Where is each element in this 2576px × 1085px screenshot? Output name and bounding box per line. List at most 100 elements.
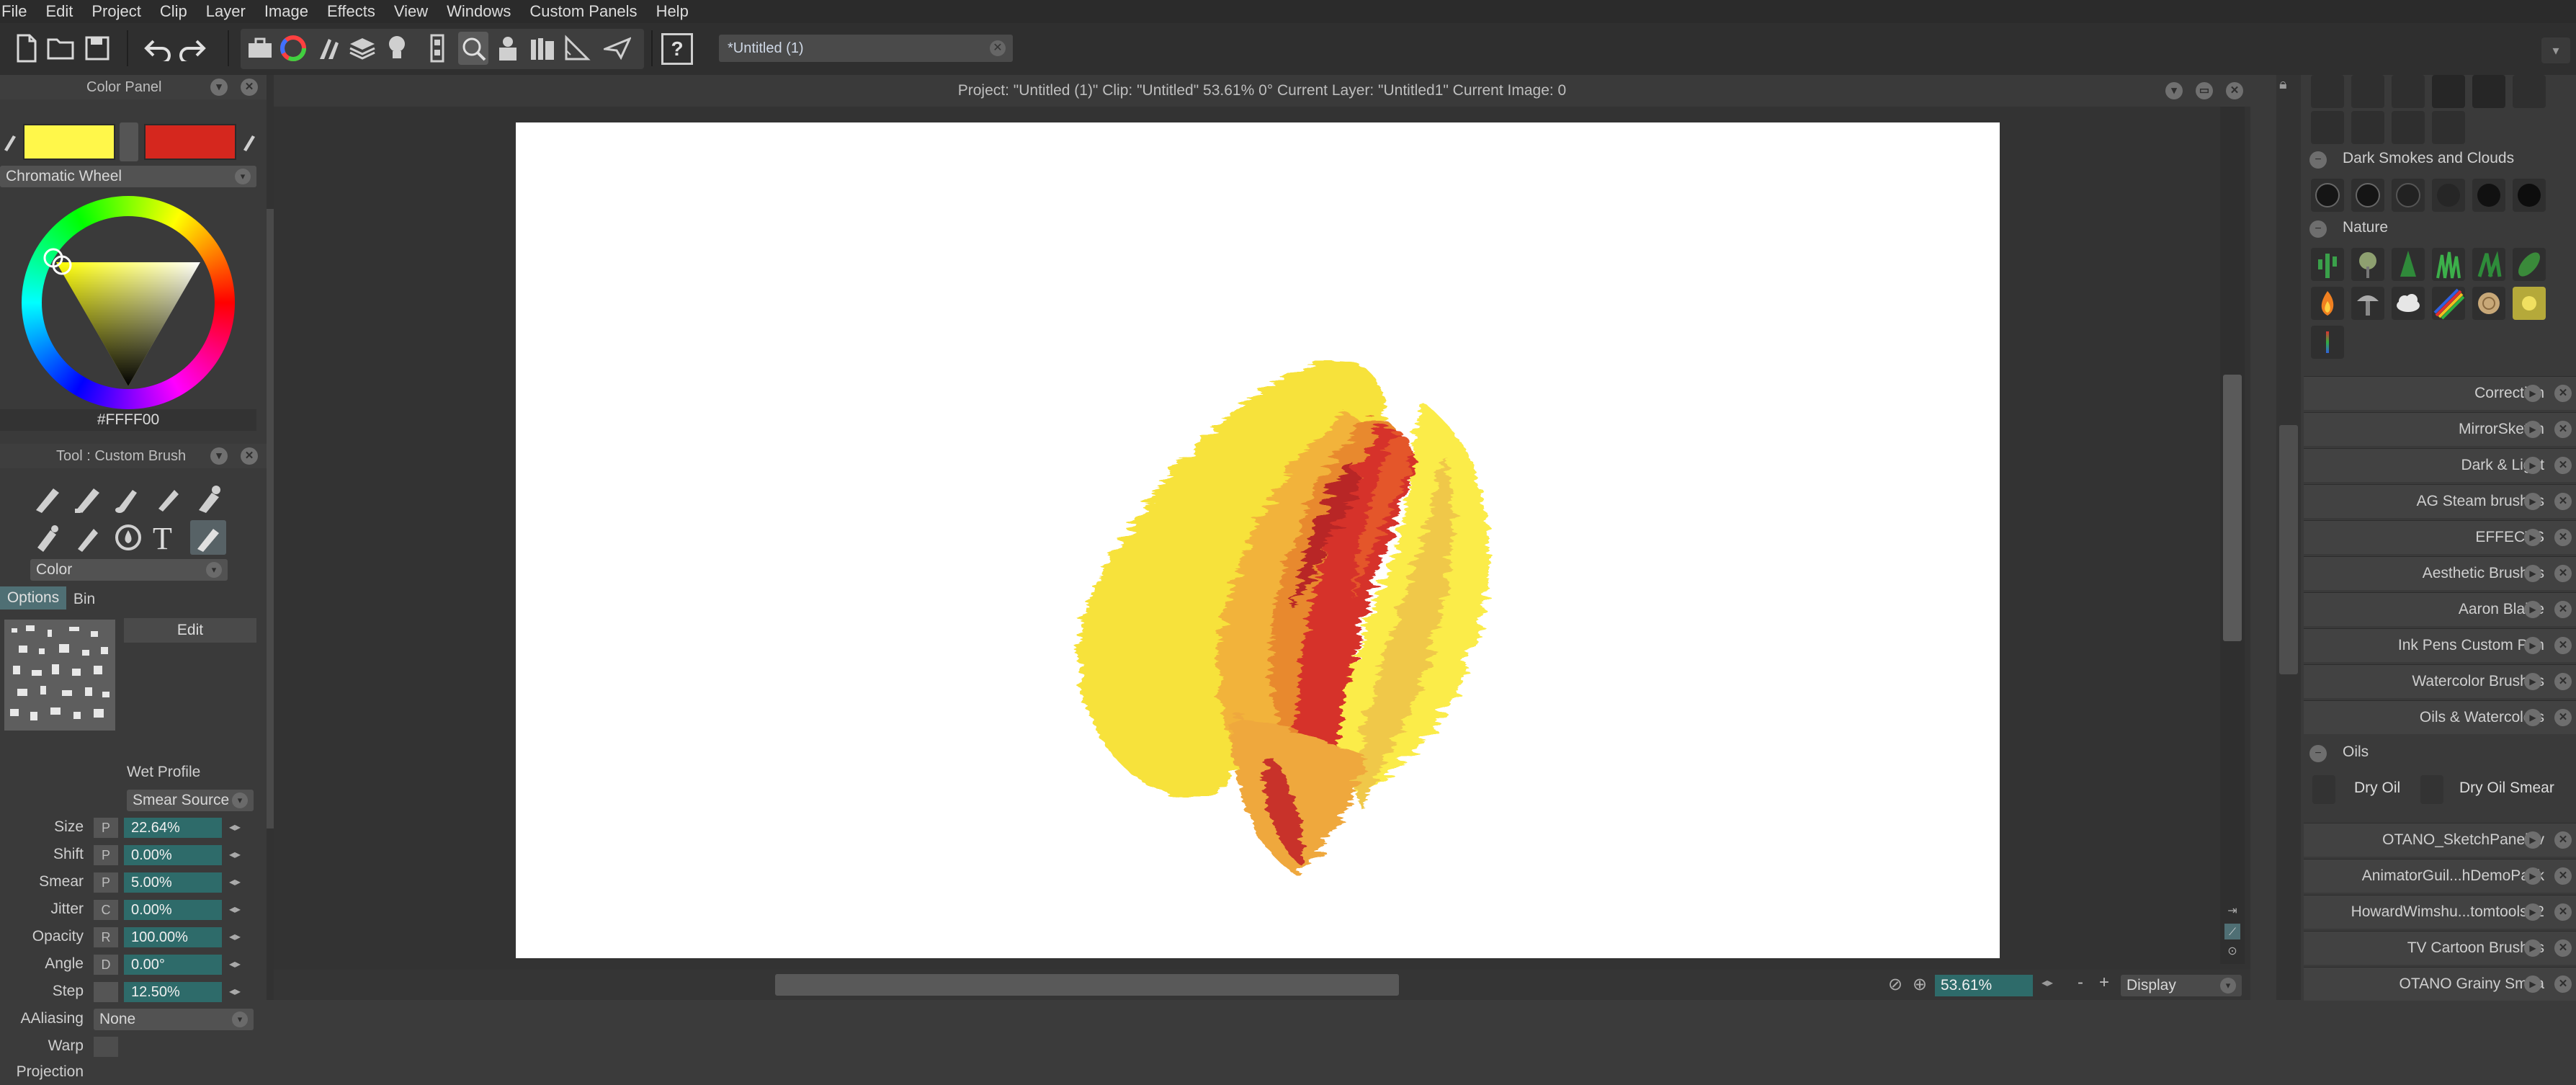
color-wheel-icon[interactable] — [278, 32, 308, 65]
brush-tool-icon[interactable] — [112, 483, 144, 514]
param-mode-button[interactable]: P — [94, 872, 118, 893]
arrows-icon[interactable]: ◂▸ — [229, 957, 241, 971]
panel-ink-pens[interactable]: Ink Pens Custom Pan ▶ ✕ — [2304, 628, 2576, 662]
canvas-horizontal-scroll-thumb[interactable] — [775, 974, 1399, 996]
panel-aaron-blaise[interactable]: Aaron Blaise ▶ ✕ — [2304, 592, 2576, 626]
param-value-field[interactable]: 22.64% — [124, 818, 222, 838]
plane-icon[interactable] — [602, 32, 632, 65]
help-icon[interactable]: ? — [661, 33, 693, 65]
param-value-field[interactable]: 12.50% — [124, 982, 222, 1002]
param-mode-button[interactable]: R — [94, 927, 118, 947]
lock-icon[interactable]: 🔒︎ — [2279, 76, 2287, 93]
warp-toggle[interactable] — [94, 1037, 118, 1057]
menu-view[interactable]: View — [385, 0, 437, 23]
library-icon[interactable] — [527, 32, 558, 65]
play-icon[interactable]: ▶ — [2524, 457, 2541, 474]
param-value-field[interactable]: 0.00% — [124, 845, 222, 865]
background-color-swatch[interactable] — [144, 124, 236, 160]
section-oils[interactable]: Oils — [2343, 744, 2369, 761]
chevron-down-icon[interactable]: ▾ — [2541, 37, 2570, 63]
display-dropdown[interactable]: Display ▾ — [2121, 975, 2242, 996]
menu-clip[interactable]: Clip — [151, 0, 197, 23]
play-icon[interactable]: ▶ — [2524, 939, 2541, 957]
dry-oil-smear-brush[interactable]: Dry Oil Smear — [2459, 780, 2554, 797]
collapse-icon[interactable]: − — [2309, 745, 2327, 762]
close-icon[interactable]: ✕ — [2554, 565, 2572, 582]
menu-image[interactable]: Image — [255, 0, 318, 23]
close-icon[interactable]: ✕ — [2554, 493, 2572, 510]
foreground-color-swatch[interactable] — [23, 124, 115, 160]
right-panel-scroll-thumb[interactable] — [2279, 425, 2298, 674]
close-icon[interactable]: ✕ — [2554, 975, 2572, 993]
hex-value[interactable]: #FFFF00 — [0, 409, 256, 431]
cloud-brush-icon[interactable] — [2392, 287, 2425, 320]
brush-thumbnail[interactable] — [2311, 75, 2344, 108]
param-value-field[interactable]: 5.00% — [124, 872, 222, 893]
color-dropdown[interactable]: Color ▾ — [30, 559, 228, 581]
close-icon[interactable]: ✕ — [2554, 457, 2572, 474]
search-icon[interactable] — [458, 32, 488, 65]
scripts-icon[interactable] — [493, 32, 523, 65]
reset-icon[interactable]: ⊙ — [2224, 944, 2240, 960]
grass-brush-icon[interactable] — [2432, 248, 2465, 281]
undo-icon[interactable] — [143, 32, 173, 65]
param-mode-button[interactable]: P — [94, 845, 118, 865]
play-icon[interactable]: ▶ — [2524, 867, 2541, 885]
brush-thumbnail[interactable] — [2513, 75, 2546, 108]
menu-help[interactable]: Help — [647, 0, 698, 23]
brush-preview[interactable] — [4, 620, 115, 731]
dry-oil-brush[interactable]: Dry Oil — [2354, 780, 2400, 797]
panel-otano-grainy[interactable]: OTANO Grainy Smea ▶ ✕ — [2304, 967, 2576, 1001]
smoke-brush-thumbnail[interactable] — [2472, 179, 2505, 212]
close-icon[interactable]: ✕ — [2554, 831, 2572, 849]
new-file-icon[interactable] — [12, 32, 42, 65]
close-icon[interactable]: ✕ — [2554, 421, 2572, 438]
document-tab[interactable]: *Untitled (1) ✕ — [719, 35, 1013, 62]
collapse-icon[interactable]: − — [2309, 151, 2327, 169]
lightbulb-icon[interactable] — [382, 32, 412, 65]
panel-ag-steam-brushes[interactable]: AG Steam brushes ▶ ✕ — [2304, 484, 2576, 518]
chevron-down-icon[interactable]: ▾ — [210, 79, 228, 96]
redo-icon[interactable] — [177, 32, 207, 65]
brush-thumbnail[interactable] — [2432, 75, 2465, 108]
panel-mirrorsketch[interactable]: MirrorSketch ▶ ✕ — [2304, 412, 2576, 446]
pine-brush-icon[interactable] — [2392, 248, 2425, 281]
smoke-brush-thumbnail[interactable] — [2351, 179, 2384, 212]
cactus-brush-icon[interactable] — [2311, 248, 2344, 281]
close-icon[interactable]: ✕ — [2554, 903, 2572, 921]
close-icon[interactable]: ✕ — [2554, 939, 2572, 957]
collapse-icon[interactable]: − — [2309, 220, 2327, 238]
brush-thumbnail[interactable] — [2432, 111, 2465, 144]
smear-source-dropdown[interactable]: Smear Source ▾ — [127, 790, 254, 811]
pen-tool-icon[interactable] — [32, 483, 63, 514]
arrows-icon[interactable]: ◂▸ — [2041, 975, 2053, 990]
menu-custom-panels[interactable]: Custom Panels — [520, 0, 646, 23]
brush-thumbnail[interactable] — [2392, 75, 2425, 108]
menu-effects[interactable]: Effects — [318, 0, 385, 23]
section-dark-smokes[interactable]: Dark Smokes and Clouds — [2343, 150, 2514, 167]
left-panel-scroll-thumb[interactable] — [267, 209, 274, 829]
smoke-brush-thumbnail[interactable] — [2432, 179, 2465, 212]
film-strip-icon[interactable] — [422, 32, 452, 65]
play-icon[interactable]: ▶ — [2524, 385, 2541, 402]
close-icon[interactable]: ✕ — [2226, 82, 2243, 99]
ruler-icon[interactable] — [562, 32, 592, 65]
brush-thumbnail[interactable] — [2311, 111, 2344, 144]
panel-watercolor-brushes[interactable]: Watercolor Brushes ▶ ✕ — [2304, 664, 2576, 698]
dry-oil-brush-icon[interactable] — [2312, 775, 2335, 804]
smoke-brush-thumbnail[interactable] — [2392, 179, 2425, 212]
chevron-down-icon[interactable]: ▾ — [210, 447, 228, 465]
airbrush-tool-icon[interactable] — [193, 483, 225, 514]
menu-windows[interactable]: Windows — [437, 0, 520, 23]
zoom-out-button[interactable]: - — [2078, 973, 2083, 993]
close-icon[interactable]: ✕ — [2554, 385, 2572, 402]
panel-correction[interactable]: Correction ▶ ✕ — [2304, 376, 2576, 410]
wood-brush-icon[interactable] — [2472, 287, 2505, 320]
arrows-icon[interactable]: ◂▸ — [229, 929, 241, 944]
brush-thumbnail[interactable] — [2351, 75, 2384, 108]
arrows-icon[interactable]: ◂▸ — [229, 847, 241, 862]
smudge-tool-icon[interactable] — [72, 522, 104, 553]
chevron-down-icon[interactable]: ▾ — [2165, 82, 2183, 99]
play-icon[interactable]: ▶ — [2524, 493, 2541, 510]
menu-project[interactable]: Project — [82, 0, 150, 23]
